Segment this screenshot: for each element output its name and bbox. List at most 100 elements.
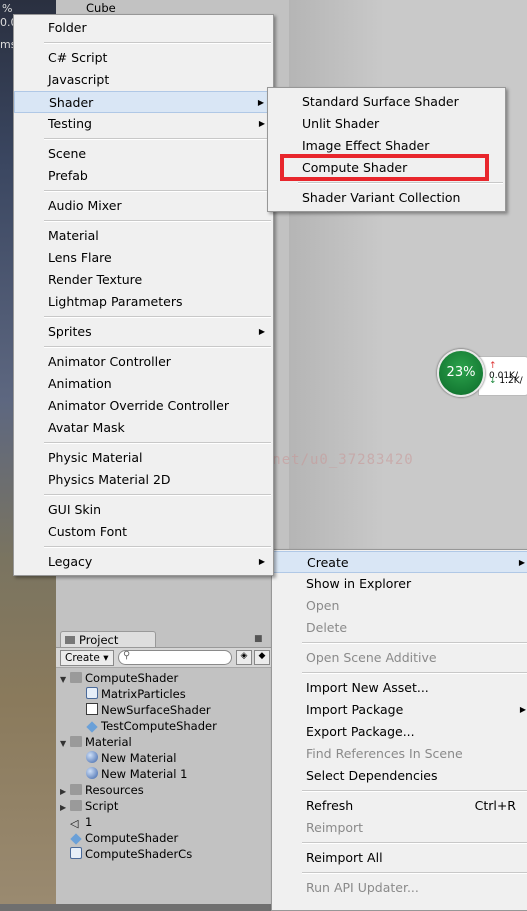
menu-item-material[interactable]: Material [14,225,273,247]
tree-item-new-material-1[interactable]: New Material 1 [86,766,187,782]
context-item-create[interactable]: Create ▶ [272,551,527,573]
menu-item-physics-material-2d[interactable]: Physics Material 2D [14,469,273,491]
stat-percent-text: % [2,2,13,15]
tree-item-scene-1[interactable]: ◁ 1 [70,814,92,830]
menu-separator [44,190,271,192]
network-stats-box: ↑ 0.01K/ ↓ 1.2K/ [478,356,527,396]
menu-item-gui-skin[interactable]: GUI Skin [14,499,273,521]
download-speed: ↓ 1.2K/ [489,376,523,386]
submenu-arrow-icon: ▶ [518,558,525,567]
menu-separator [302,790,527,792]
project-tree: ▼ ComputeShader MatrixParticles NewSurfac… [56,667,271,904]
tree-folder-script[interactable]: ▶ Script [60,798,118,814]
tree-folder-resources[interactable]: ▶ Resources [60,782,144,798]
menu-separator [44,442,271,444]
context-item-reimport: Reimport [306,820,364,835]
submenu-arrow-icon: ▶ [258,119,265,128]
search-input[interactable]: ⚲ [118,650,232,665]
search-icon: ⚲ [123,650,131,661]
menu-item-animation[interactable]: Animation [14,373,273,395]
context-item-open: Open [306,598,340,613]
submenu-arrow-icon: ▶ [258,557,265,566]
cpu-usage-badge[interactable]: 23% [437,349,485,397]
unity-scene-icon: ◁ [70,817,79,830]
menu-item-standard-surface-shader[interactable]: Standard Surface Shader [268,91,505,113]
menu-item-avatar-mask[interactable]: Avatar Mask [14,417,273,439]
menu-item-animator-controller[interactable]: Animator Controller [14,351,273,373]
context-item-select-dependencies[interactable]: Select Dependencies [272,765,527,787]
compute-shader-icon [86,721,98,733]
menu-item-unlit-shader[interactable]: Unlit Shader [268,113,505,135]
create-submenu: Folder C# Script Javascript Shader ▶ Test… [13,14,274,576]
menu-separator [44,346,271,348]
arrow-up-icon: ↑ [489,361,497,371]
tree-item-testcomputeshader[interactable]: TestComputeShader [86,718,217,734]
menu-item-javascript[interactable]: Javascript [14,69,273,91]
folder-icon [65,636,75,644]
tree-item-new-material[interactable]: New Material [86,750,176,766]
menu-item-animator-override-controller[interactable]: Animator Override Controller [14,395,273,417]
filter-by-label-icon[interactable]: ◆ [254,650,270,665]
csharp-script-icon [86,687,98,699]
shader-icon [86,703,98,715]
context-item-reimport-all[interactable]: Reimport All [272,847,527,869]
menu-separator [298,182,503,184]
menu-separator [44,316,271,318]
menu-item-shader[interactable]: Shader ▶ [14,91,273,113]
menu-separator [302,672,527,674]
menu-separator [44,220,271,222]
filter-by-type-icon[interactable]: ◈ [236,650,252,665]
menu-item-legacy[interactable]: Legacy ▶ [14,551,273,573]
context-item-import-package[interactable]: Import Package ▶ [272,699,527,721]
context-item-open-scene-additive: Open Scene Additive [306,650,437,665]
context-item-show-in-explorer[interactable]: Show in Explorer [272,573,527,595]
tree-item-computeshader-asset[interactable]: ComputeShader [70,830,178,846]
menu-item-testing[interactable]: Testing ▶ [14,113,273,135]
compute-shader-highlight-outline [280,154,489,181]
menu-item-prefab[interactable]: Prefab [14,165,273,187]
context-item-export-package[interactable]: Export Package... [272,721,527,743]
tree-item-computeshadercs[interactable]: ComputeShaderCs [70,846,192,862]
tree-item-matrixparticles[interactable]: MatrixParticles [86,686,186,702]
menu-item-audio-mixer[interactable]: Audio Mixer [14,195,273,217]
menu-item-sprites[interactable]: Sprites ▶ [14,321,273,343]
arrow-down-icon: ↓ [489,376,497,386]
menu-item-lightmap-parameters[interactable]: Lightmap Parameters [14,291,273,313]
menu-separator [44,546,271,548]
submenu-arrow-icon: ▶ [258,327,265,336]
hierarchy-item-cube[interactable]: Cube [86,1,116,15]
tree-folder-material[interactable]: ▼ Material [60,734,132,750]
compute-shader-icon [70,833,82,845]
menu-separator [302,842,527,844]
menu-item-csharp-script[interactable]: C# Script [14,47,273,69]
refresh-shortcut: Ctrl+R [474,798,516,813]
tab-project[interactable]: Project [60,631,156,648]
menu-separator [302,872,527,874]
submenu-arrow-icon: ▶ [257,98,264,107]
menu-item-physic-material[interactable]: Physic Material [14,447,273,469]
menu-item-folder[interactable]: Folder [14,17,273,39]
tree-item-newsurfaceshader[interactable]: NewSurfaceShader [86,702,211,718]
context-item-refresh[interactable]: Refresh Ctrl+R [272,795,527,817]
material-icon [86,751,98,763]
context-item-run-api-updater: Run API Updater... [306,880,419,895]
lock-icon[interactable]: ■ [254,634,263,644]
menu-separator [302,642,527,644]
menu-separator [44,494,271,496]
menu-separator [44,42,271,44]
menu-item-custom-font[interactable]: Custom Font [14,521,273,543]
submenu-arrow-icon: ▶ [519,705,526,714]
project-panel: Project ■ Create ▾ ⚲ ◈ ◆ ▼ ComputeShader … [56,630,272,904]
create-dropdown-button[interactable]: Create ▾ [60,650,114,666]
menu-item-render-texture[interactable]: Render Texture [14,269,273,291]
csharp-script-icon [70,847,82,859]
material-icon [86,767,98,779]
menu-item-scene[interactable]: Scene [14,143,273,165]
menu-item-lens-flare[interactable]: Lens Flare [14,247,273,269]
shader-submenu: Standard Surface Shader Unlit Shader Ima… [267,87,506,212]
context-item-find-references: Find References In Scene [306,746,463,761]
menu-item-shader-variant-collection[interactable]: Shader Variant Collection [268,187,505,209]
tree-folder-computeshader[interactable]: ▼ ComputeShader [60,670,178,686]
asset-context-menu: Create ▶ Show in Explorer Open Delete Ope… [271,549,527,911]
context-item-import-new-asset[interactable]: Import New Asset... [272,677,527,699]
